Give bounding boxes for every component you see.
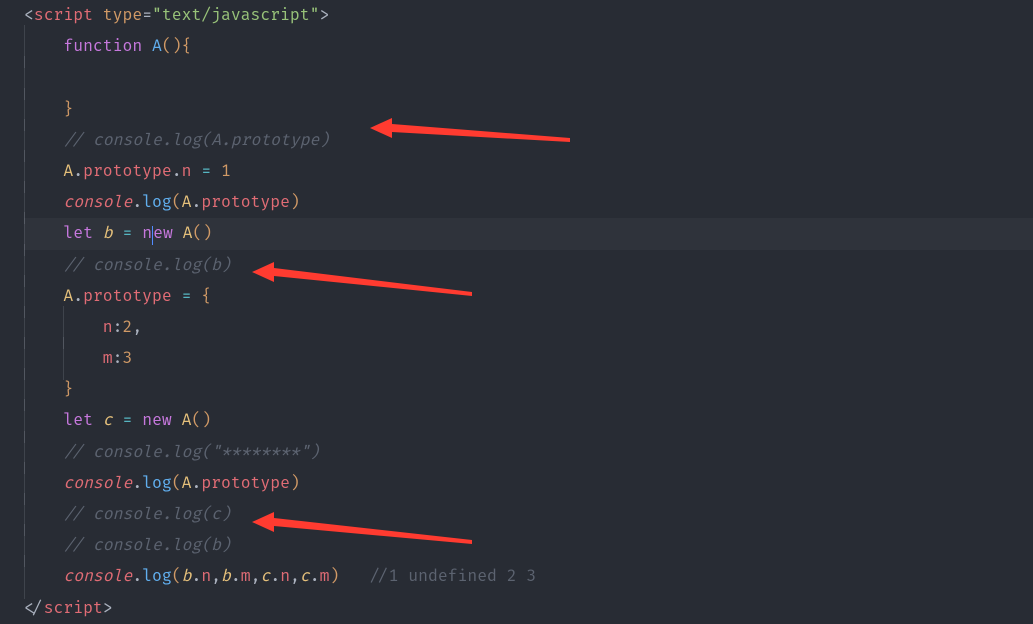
code-line[interactable] bbox=[24, 62, 1033, 93]
func-name: A bbox=[152, 36, 162, 56]
code-line[interactable]: // console.log(b) bbox=[24, 530, 1033, 561]
angle-open: < bbox=[24, 5, 34, 25]
tag-script: script bbox=[34, 5, 93, 25]
comment: // console.log(A.prototype) bbox=[63, 130, 329, 150]
code-line[interactable]: // console.log(c) bbox=[24, 499, 1033, 530]
code-editor[interactable]: <script type="text/javascript"> function… bbox=[0, 0, 1033, 619]
code-line[interactable]: m:3 bbox=[24, 343, 1033, 374]
comment-inline: //1 undefined 2 3 bbox=[369, 566, 536, 586]
code-line[interactable]: let c = new A() bbox=[24, 405, 1033, 436]
comment: // console.log(c) bbox=[63, 504, 230, 524]
comment: // console.log(b) bbox=[63, 535, 230, 555]
code-line[interactable]: console.log(A.prototype) bbox=[24, 187, 1033, 218]
tag-script-close: script bbox=[44, 598, 103, 618]
code-line-active[interactable]: let b = new A() bbox=[24, 218, 1033, 249]
comment: // console.log(b) bbox=[63, 255, 230, 275]
attr-value: text/javascript bbox=[162, 5, 310, 25]
console-obj: console bbox=[63, 192, 132, 212]
code-line[interactable]: // console.log(A.prototype) bbox=[24, 125, 1033, 156]
kw-function: function bbox=[63, 36, 142, 56]
code-line[interactable]: A.prototype.n = 1 bbox=[24, 156, 1033, 187]
code-line[interactable]: console.log(A.prototype) bbox=[24, 468, 1033, 499]
code-line[interactable]: function A(){ bbox=[24, 31, 1033, 62]
code-line[interactable]: // console.log(b) bbox=[24, 250, 1033, 281]
kw-let: let bbox=[63, 223, 93, 243]
code-line[interactable]: console.log(b.n,b.m,c.n,c.m) //1 undefin… bbox=[24, 561, 1033, 592]
attr-type: type bbox=[103, 5, 142, 25]
code-line[interactable]: A.prototype = { bbox=[24, 281, 1033, 312]
code-line[interactable]: </script> bbox=[24, 593, 1033, 624]
ident-A: A bbox=[63, 161, 73, 181]
code-line[interactable]: <script type="text/javascript"> bbox=[24, 0, 1033, 31]
code-line[interactable]: n:2, bbox=[24, 312, 1033, 343]
code-line[interactable]: } bbox=[24, 94, 1033, 125]
comment: // console.log("********") bbox=[63, 442, 319, 462]
code-line[interactable]: // console.log("********") bbox=[24, 437, 1033, 468]
code-line[interactable]: } bbox=[24, 374, 1033, 405]
